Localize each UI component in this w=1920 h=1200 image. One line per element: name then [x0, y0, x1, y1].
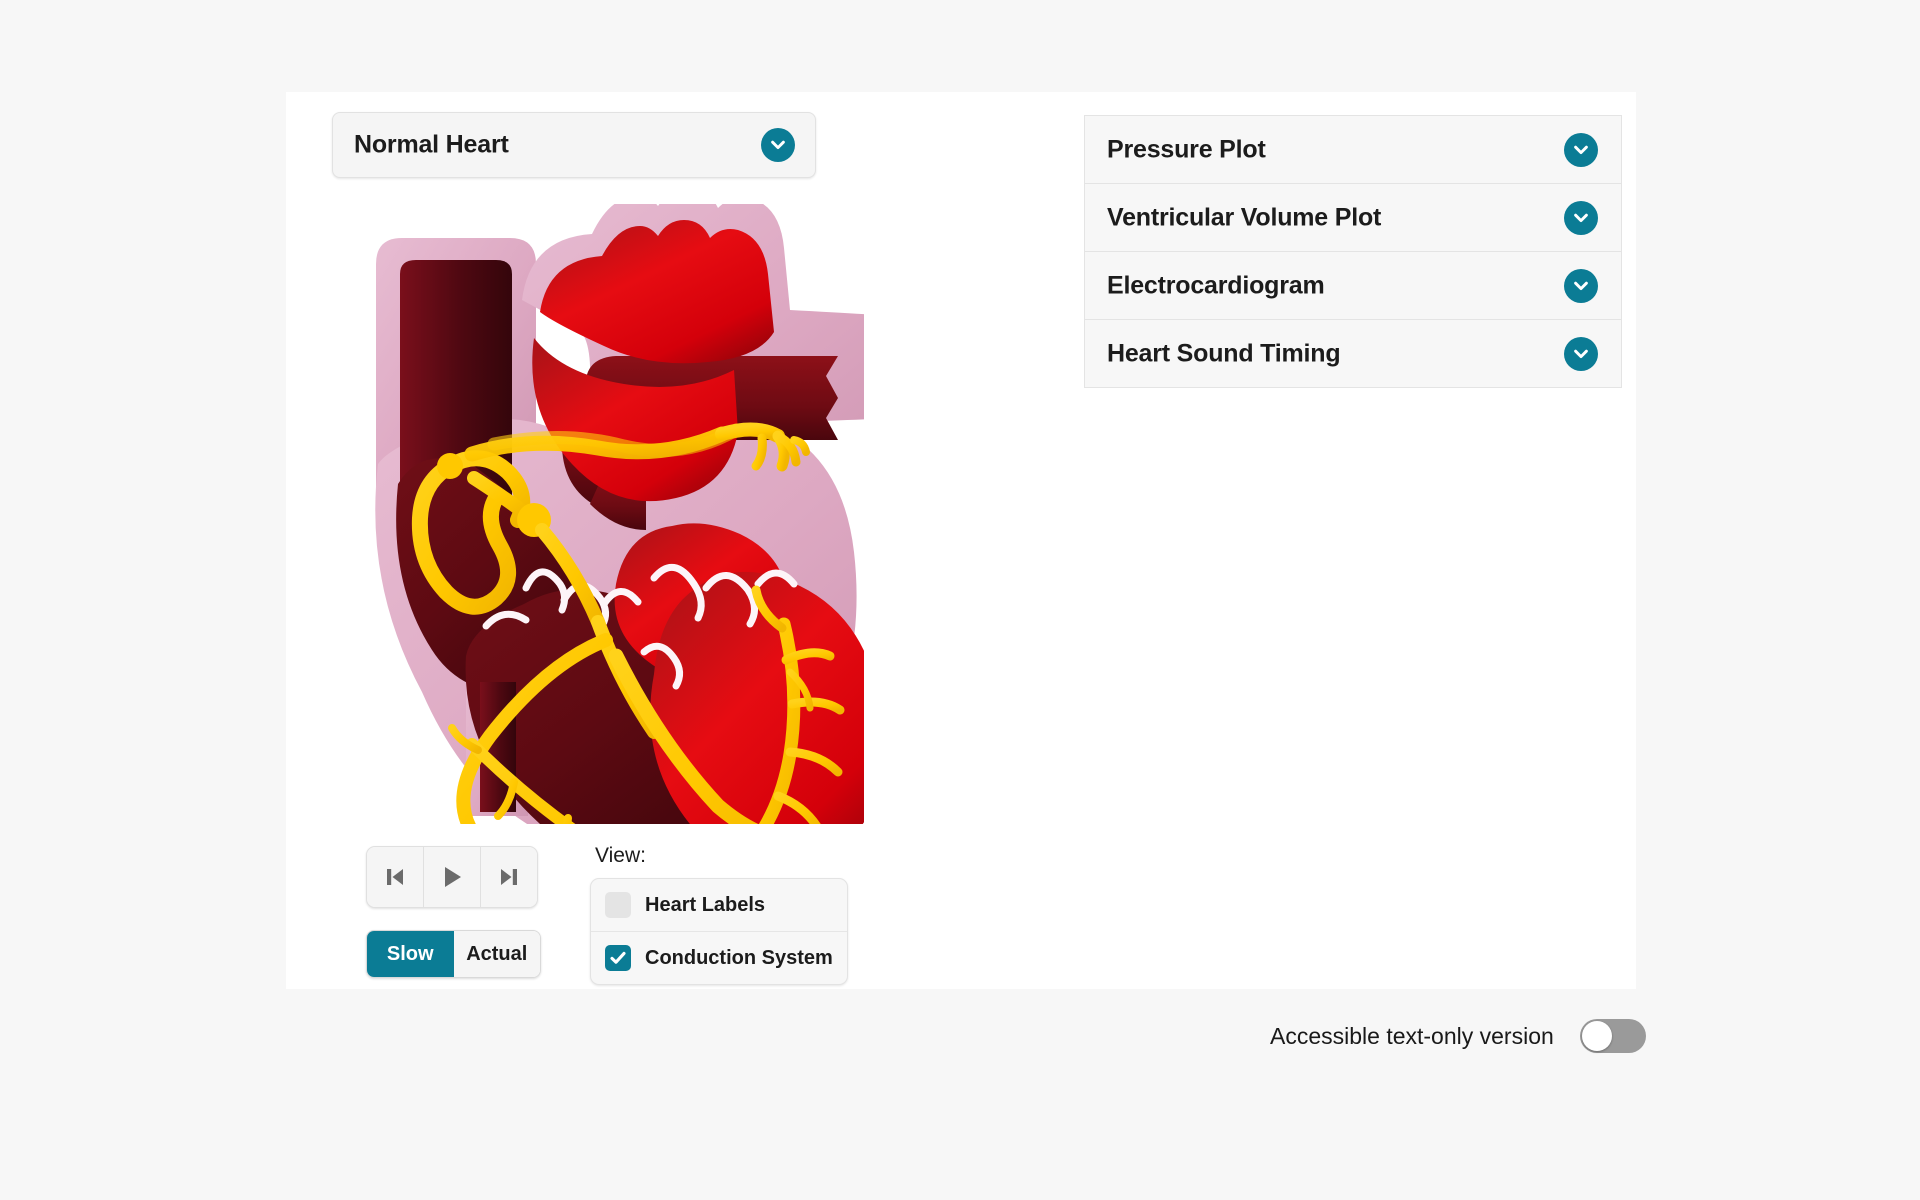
play-button[interactable] — [424, 847, 481, 907]
heart-anatomy-illustration — [354, 204, 864, 824]
checkbox-unchecked-icon[interactable] — [605, 892, 631, 918]
accessible-version-toggle[interactable] — [1579, 1019, 1646, 1053]
toggle-knob — [1581, 1021, 1612, 1051]
play-icon — [445, 867, 461, 887]
chevron-down-icon[interactable] — [1564, 268, 1598, 303]
speed-option-slow[interactable]: Slow — [367, 931, 454, 977]
chevron-down-icon[interactable] — [1564, 132, 1598, 167]
view-options-group: View: Heart Labels Conduction System — [590, 844, 848, 985]
skip-to-end-button[interactable] — [481, 847, 537, 907]
view-option-conduction-system[interactable]: Conduction System — [591, 932, 847, 984]
chevron-down-icon[interactable] — [1564, 336, 1598, 371]
skip-back-icon — [387, 869, 403, 885]
view-option-label: Conduction System — [645, 946, 833, 969]
accessible-version-label: Accessible text-only version — [1270, 1022, 1554, 1049]
accordion-row-electrocardiogram[interactable]: Electrocardiogram — [1085, 251, 1621, 319]
view-option-heart-labels[interactable]: Heart Labels — [591, 879, 847, 932]
accordion-title: Electrocardiogram — [1107, 271, 1325, 299]
accordion-title: Pressure Plot — [1107, 135, 1266, 163]
condition-select[interactable]: Normal Heart — [332, 112, 816, 178]
accessible-version-bar: Accessible text-only version — [1270, 1019, 1646, 1053]
simulation-card: Normal Heart Slow Actual View: Heart Lab… — [286, 92, 1636, 989]
left-pane: Normal Heart Slow Actual View: Heart Lab… — [332, 112, 892, 985]
view-option-label: Heart Labels — [645, 893, 766, 916]
chevron-down-icon[interactable] — [761, 128, 795, 162]
skip-forward-icon — [501, 869, 517, 885]
view-caption: View: — [595, 844, 646, 867]
speed-toggle[interactable]: Slow Actual — [366, 930, 541, 978]
skip-to-start-button[interactable] — [367, 847, 424, 907]
accordion-row-pressure-plot[interactable]: Pressure Plot — [1085, 115, 1621, 183]
plots-accordion: Pressure Plot Ventricular Volume Plot El… — [1084, 115, 1622, 388]
accordion-row-ventricular-volume-plot[interactable]: Ventricular Volume Plot — [1085, 183, 1621, 251]
accordion-row-heart-sound-timing[interactable]: Heart Sound Timing — [1085, 319, 1621, 387]
view-options-list: Heart Labels Conduction System — [590, 878, 848, 985]
accordion-title: Ventricular Volume Plot — [1107, 203, 1382, 231]
chevron-down-icon[interactable] — [1564, 200, 1598, 235]
accordion-title: Heart Sound Timing — [1107, 339, 1341, 367]
checkbox-checked-icon[interactable] — [605, 945, 631, 971]
playback-controls[interactable] — [366, 846, 538, 908]
speed-option-actual[interactable]: Actual — [453, 931, 540, 977]
condition-select-value: Normal Heart — [354, 130, 509, 159]
